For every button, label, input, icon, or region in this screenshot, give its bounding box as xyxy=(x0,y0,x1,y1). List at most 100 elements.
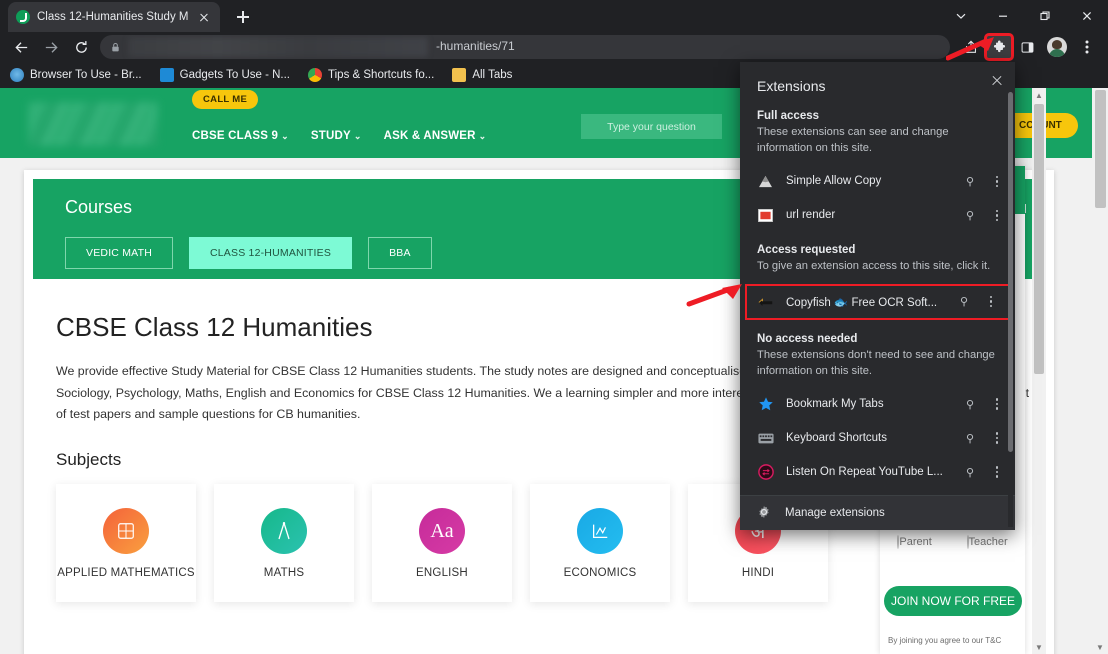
side-panel-icon[interactable] xyxy=(1012,32,1042,62)
tab-title: Class 12-Humanities Study Mate xyxy=(37,11,189,23)
kebab-icon[interactable] xyxy=(983,294,999,310)
kebab-icon[interactable] xyxy=(989,430,1005,446)
extensions-popup-title: Extensions xyxy=(757,78,826,94)
subject-label: ECONOMICS xyxy=(563,567,637,580)
subject-card-economics[interactable]: ECONOMICS xyxy=(530,484,670,603)
pin-icon[interactable]: ⚲ xyxy=(963,432,977,445)
forward-button[interactable] xyxy=(36,32,66,62)
extension-row-url-render[interactable]: url render ⚲ xyxy=(740,198,1015,232)
role-option-parent[interactable]: Parent xyxy=(897,535,932,549)
inner-scrollbar[interactable]: ▲ ▼ xyxy=(1032,88,1046,654)
manage-extensions-item[interactable]: Manage extensions xyxy=(740,496,1015,531)
kebab-icon[interactable] xyxy=(989,208,1005,224)
tab-favicon-icon xyxy=(16,10,30,24)
subject-card-maths[interactable]: MATHS xyxy=(214,484,354,603)
call-me-button[interactable]: CALL ME xyxy=(192,90,259,109)
scrollbar-thumb[interactable] xyxy=(1008,92,1013,452)
pin-icon[interactable]: ⚲ xyxy=(957,295,971,308)
subject-label: ENGLISH xyxy=(416,567,468,580)
join-now-button[interactable]: JOIN NOW FOR FREE xyxy=(884,586,1022,616)
keyboard-icon xyxy=(757,430,774,447)
extension-row-simple-allow-copy[interactable]: Simple Allow Copy ⚲ xyxy=(740,164,1015,198)
scroll-down-arrow[interactable]: ▼ xyxy=(1032,640,1046,654)
page-scrollbar[interactable]: ▼ xyxy=(1092,88,1108,654)
subject-card-applied-mathematics[interactable]: APPLIED MATHEMATICS xyxy=(56,484,196,603)
close-icon[interactable] xyxy=(1066,0,1108,32)
red-window-icon xyxy=(757,207,774,224)
extension-name: Listen On Repeat YouTube L... xyxy=(786,466,943,479)
subject-card-english[interactable]: Aa ENGLISH xyxy=(372,484,512,603)
graph-icon xyxy=(577,508,623,555)
close-icon[interactable] xyxy=(987,70,1007,90)
bookmark-item[interactable]: Gadgets To Use - N... xyxy=(159,68,291,82)
extension-row-keyboard-shortcuts[interactable]: Keyboard Shortcuts ⚲ xyxy=(740,421,1015,455)
pin-icon[interactable]: ⚲ xyxy=(963,175,977,188)
section-description-access-requested: To give an extension access to this site… xyxy=(757,260,991,273)
bookmark-label: Tips & Shortcuts fo... xyxy=(328,69,435,81)
restore-icon[interactable] xyxy=(1024,0,1066,32)
extension-name: Keyboard Shortcuts xyxy=(786,432,888,445)
repeat-icon xyxy=(757,464,774,481)
section-heading-no-access-needed: No access needed xyxy=(757,332,858,345)
kebab-icon[interactable] xyxy=(989,464,1005,480)
subject-label: HINDI xyxy=(741,567,775,580)
browser-toolbar: -humanities/71 xyxy=(0,32,1108,62)
terms-text: By joining you agree to our T&C xyxy=(888,636,1002,645)
mountain-icon xyxy=(757,173,774,190)
extension-name: Bookmark My Tabs xyxy=(786,398,884,411)
nav-item-study[interactable]: STUDY ⌄ xyxy=(311,130,362,142)
globe-icon xyxy=(10,68,24,82)
chevron-down-icon[interactable] xyxy=(940,0,982,32)
kebab-icon[interactable] xyxy=(989,396,1005,412)
role-radio-group: Parent Teacher xyxy=(880,535,1025,549)
three-dot-menu-icon[interactable] xyxy=(1072,32,1102,62)
bookmark-item[interactable]: Tips & Shortcuts fo... xyxy=(308,68,434,82)
browser-tab[interactable]: Class 12-Humanities Study Mate xyxy=(8,2,220,32)
role-option-teacher[interactable]: Teacher xyxy=(966,535,1008,549)
browser-window: Class 12-Humanities Study Mate -humaniti… xyxy=(0,0,1108,654)
new-tab-button[interactable] xyxy=(230,4,256,30)
kebab-icon[interactable] xyxy=(989,174,1005,190)
pin-icon[interactable]: ⚲ xyxy=(963,466,977,479)
pin-icon[interactable]: ⚲ xyxy=(963,209,977,222)
popup-scrollbar[interactable] xyxy=(1008,92,1013,527)
active-chip-pointer xyxy=(288,282,318,295)
scrollbar-thumb[interactable] xyxy=(1095,90,1106,208)
address-bar[interactable]: -humanities/71 xyxy=(100,35,950,59)
share-icon[interactable] xyxy=(956,32,986,62)
compass-icon xyxy=(261,508,307,555)
nav-item-ask-answer[interactable]: ASK & ANSWER ⌄ xyxy=(384,130,487,142)
profile-avatar[interactable] xyxy=(1042,32,1072,62)
folder-icon xyxy=(452,68,467,82)
bookmark-folder[interactable]: All Tabs xyxy=(452,68,512,82)
avatar xyxy=(1047,37,1067,57)
back-button[interactable] xyxy=(6,32,36,62)
lock-icon xyxy=(104,42,126,53)
scrollbar-thumb[interactable] xyxy=(1034,104,1044,374)
course-chip-vedic-math[interactable]: VEDIC MATH xyxy=(65,237,173,269)
bookmark-label: Gadgets To Use - N... xyxy=(179,69,291,81)
extensions-puzzle-icon[interactable] xyxy=(984,33,1014,61)
extension-row-copyfish[interactable]: Copyfish 🐟 Free OCR Soft... ⚲ xyxy=(745,283,1010,320)
extension-row-listen-on-repeat[interactable]: Listen On Repeat YouTube L... ⚲ xyxy=(740,455,1015,489)
bookmark-item[interactable]: Browser To Use - Br... xyxy=(10,68,142,82)
minimize-icon[interactable] xyxy=(982,0,1024,32)
scroll-up-arrow[interactable]: ▲ xyxy=(1032,88,1046,102)
extension-row-bookmark-my-tabs[interactable]: Bookmark My Tabs ⚲ xyxy=(740,387,1015,421)
nav-item-cbse-class-9[interactable]: CBSE CLASS 9 ⌄ xyxy=(192,130,289,142)
courses-heading: Courses xyxy=(65,197,133,217)
pin-icon[interactable]: ⚲ xyxy=(963,398,977,411)
manage-extensions-label: Manage extensions xyxy=(785,507,885,520)
reload-button[interactable] xyxy=(66,32,96,62)
role-label: Parent xyxy=(899,536,932,548)
tab-close-icon[interactable] xyxy=(196,9,212,25)
course-chip-bba[interactable]: BBA xyxy=(368,237,432,269)
bookmark-label: All Tabs xyxy=(472,69,513,81)
blue-star-icon xyxy=(757,396,774,413)
letters-icon: Aa xyxy=(419,508,465,555)
window-controls xyxy=(940,0,1108,32)
scroll-down-arrow[interactable]: ▼ xyxy=(1092,640,1108,654)
site-logo[interactable] xyxy=(28,102,158,146)
ask-question-input[interactable]: Type your question xyxy=(581,114,722,139)
course-chip-class-12-humanities[interactable]: CLASS 12-HUMANITIES xyxy=(188,237,353,269)
